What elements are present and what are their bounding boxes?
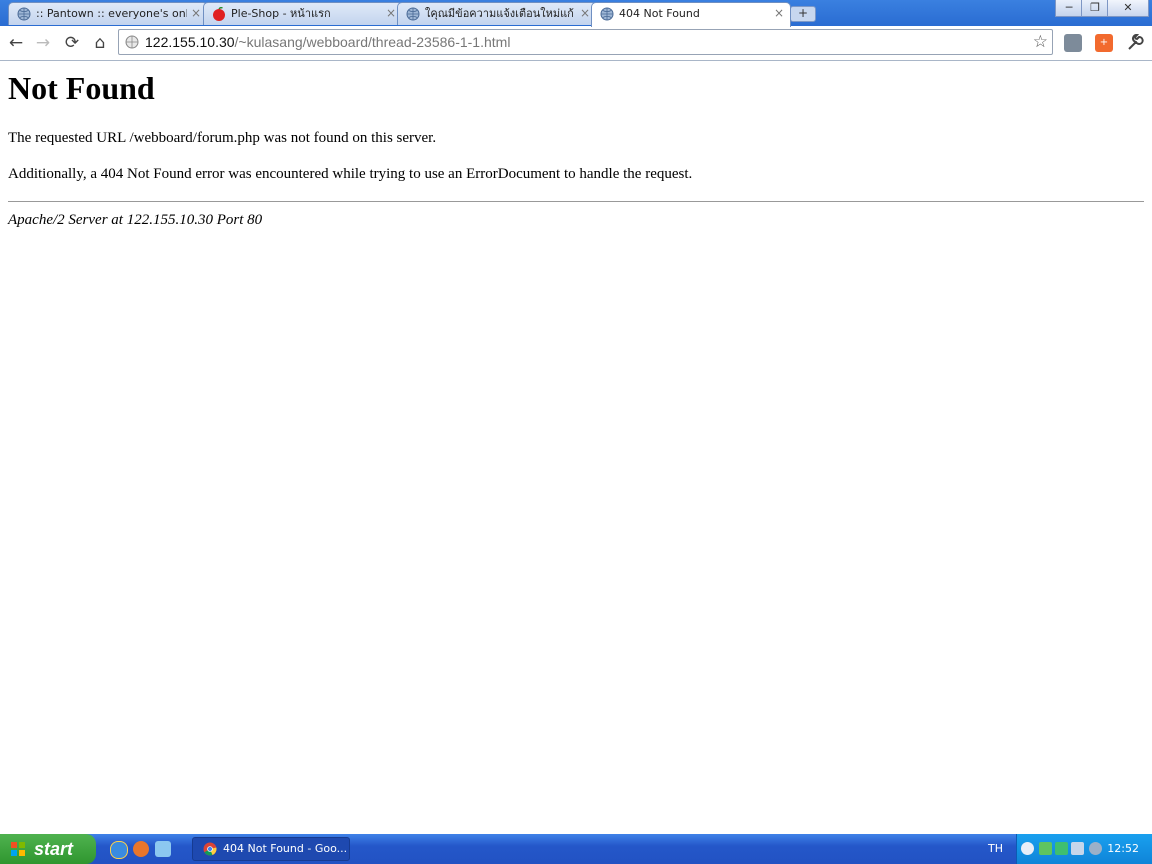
language-indicator[interactable]: TH: [988, 834, 1003, 864]
new-tab-button[interactable]: +: [790, 6, 816, 22]
browser-toolbar: ← → ⟳ ⌂ 122.155.10.30/~kulasang/webboard…: [0, 26, 1152, 61]
apple-icon: [213, 7, 225, 21]
page-icon: [125, 35, 139, 49]
tab-title: ใคุณมีข้อความแจ้งเตือนใหม่แก้: [425, 7, 574, 20]
tab-ple-shop[interactable]: Ple-Shop - หน้าแรก ×: [203, 2, 403, 25]
tab-notification[interactable]: ใคุณมีข้อความแจ้งเตือนใหม่แก้ ×: [397, 2, 597, 25]
restore-button[interactable]: ❐: [1081, 0, 1109, 17]
tray-network-icon[interactable]: [1039, 842, 1052, 855]
tab-404-active[interactable]: 404 Not Found ×: [591, 2, 791, 27]
url-host: 122.155.10.30: [145, 34, 235, 50]
clock: 12:52: [1107, 842, 1139, 855]
tab-close-icon[interactable]: ×: [386, 3, 396, 24]
quicklaunch-app-icon[interactable]: [155, 841, 171, 857]
tab-close-icon[interactable]: ×: [580, 3, 590, 24]
divider: [8, 201, 1144, 202]
firefox-icon[interactable]: [133, 841, 149, 857]
windows-flag-icon: [11, 842, 25, 856]
back-button[interactable]: ←: [5, 32, 27, 54]
start-button[interactable]: start: [0, 834, 96, 864]
tray-expand-icon[interactable]: [1021, 842, 1034, 855]
addon-plus-icon[interactable]: +: [1095, 34, 1113, 52]
internet-explorer-icon[interactable]: [110, 841, 128, 859]
start-label: start: [34, 839, 74, 859]
tab-strip: :: Pantown :: everyone's onlin × Ple-Sho…: [0, 0, 1152, 27]
tray-monitor-icon[interactable]: [1071, 842, 1084, 855]
page-title: Not Found: [8, 70, 155, 106]
taskbar: start 404 Not Found - Goo... TH 12:52: [0, 834, 1152, 864]
extension-icon[interactable]: [1064, 34, 1082, 52]
globe-icon: [406, 7, 420, 21]
system-tray: 12:52: [1016, 834, 1152, 864]
error-additional: Additionally, a 404 Not Found error was …: [8, 166, 693, 182]
tab-title: 404 Not Found: [619, 7, 700, 20]
task-label: 404 Not Found - Goo...: [223, 842, 348, 855]
server-signature: Apache/2 Server at 122.155.10.30 Port 80: [8, 212, 263, 228]
url-text[interactable]: 122.155.10.30/~kulasang/webboard/thread-…: [145, 30, 510, 54]
close-window-button[interactable]: ✕: [1107, 0, 1149, 17]
wrench-icon[interactable]: [1126, 34, 1144, 52]
page-content: Not Found The requested URL /webboard/fo…: [8, 61, 1144, 229]
forward-button[interactable]: →: [32, 32, 54, 54]
tab-pantown[interactable]: :: Pantown :: everyone's onlin ×: [8, 2, 208, 25]
tab-close-icon[interactable]: ×: [191, 3, 201, 24]
address-bar[interactable]: 122.155.10.30/~kulasang/webboard/thread-…: [118, 29, 1053, 55]
tray-volume-icon[interactable]: [1089, 842, 1102, 855]
chrome-icon: [203, 842, 217, 856]
home-button[interactable]: ⌂: [89, 32, 111, 54]
minimize-button[interactable]: ─: [1055, 0, 1083, 17]
tab-title: :: Pantown :: everyone's onlin: [36, 7, 187, 20]
globe-icon: [17, 7, 31, 21]
url-path: /~kulasang/webboard/thread-23586-1-1.htm…: [234, 34, 511, 50]
globe-icon: [600, 7, 614, 21]
tab-close-icon[interactable]: ×: [774, 3, 784, 24]
reload-button[interactable]: ⟳: [61, 32, 83, 54]
bookmark-star-icon[interactable]: ☆: [1033, 30, 1048, 54]
error-message: The requested URL /webboard/forum.php wa…: [8, 130, 437, 146]
tray-app-icon[interactable]: [1055, 842, 1068, 855]
taskbar-chrome-window[interactable]: 404 Not Found - Goo...: [192, 837, 350, 861]
tab-title: Ple-Shop - หน้าแรก: [231, 7, 331, 20]
